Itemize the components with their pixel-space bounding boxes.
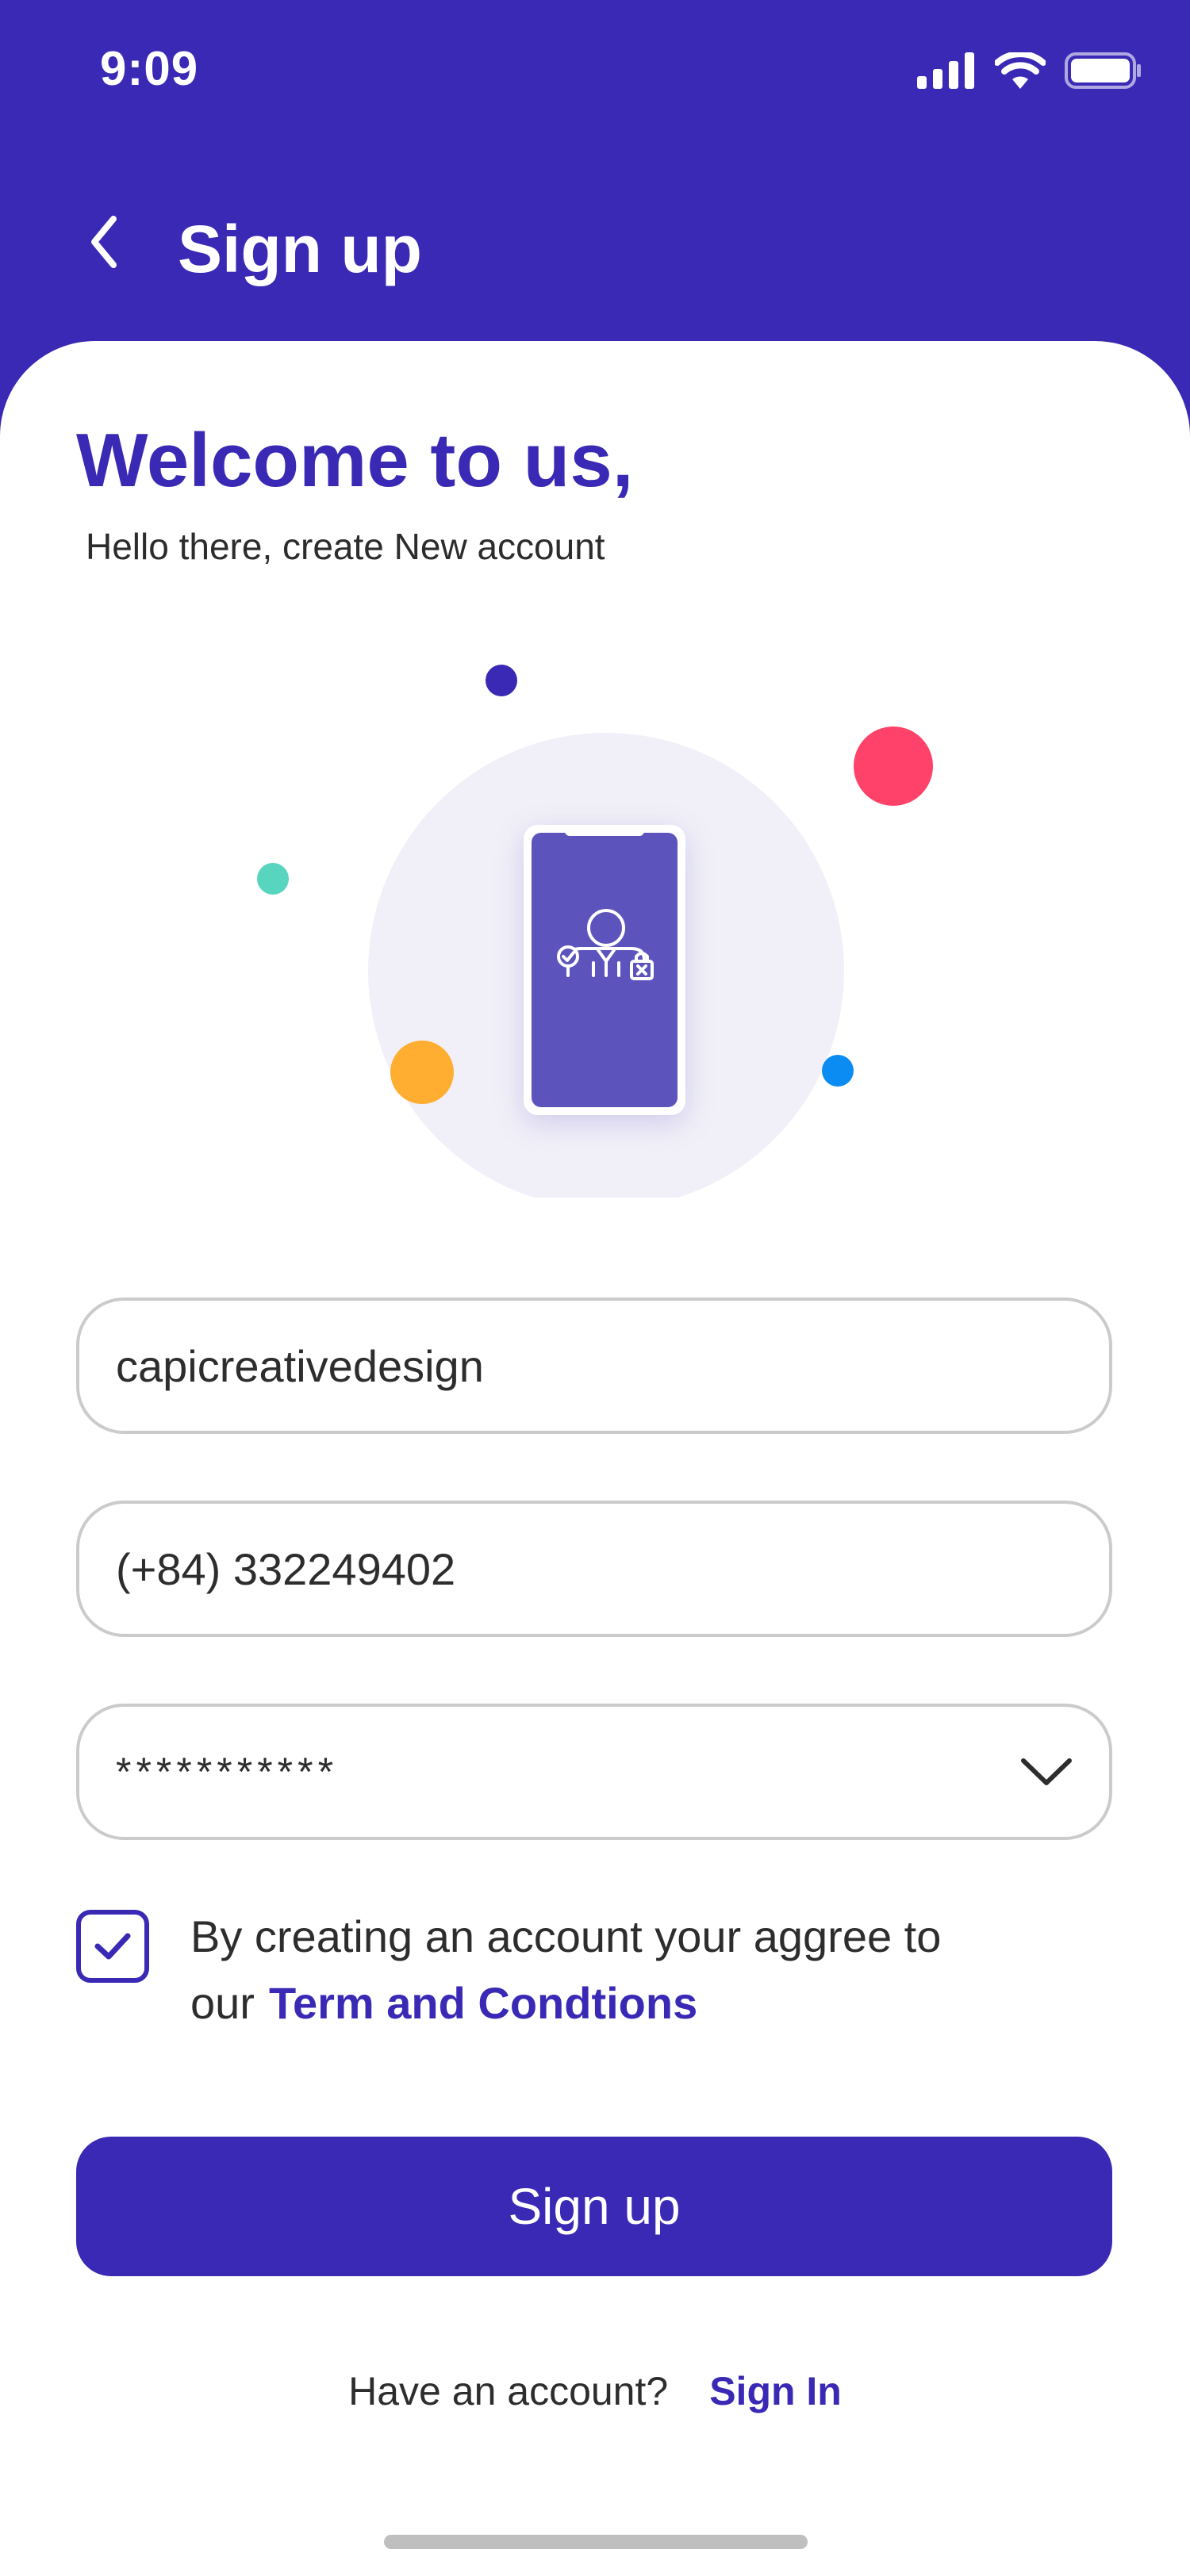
dot-blue [822, 1055, 854, 1087]
terms-checkbox[interactable] [76, 1910, 149, 1983]
dot-red [854, 726, 933, 806]
back-button[interactable] [76, 214, 132, 270]
battery-icon [1065, 52, 1141, 89]
dot-teal [257, 863, 289, 895]
back-arrow-icon [91, 216, 117, 268]
phone-field[interactable]: (+84) 332249402 [76, 1501, 1112, 1637]
dot-orange [390, 1041, 454, 1104]
signup-illustration [257, 665, 933, 1198]
chevron-down-icon[interactable] [1020, 1756, 1073, 1788]
dot-purple [486, 665, 517, 696]
signup-card: Welcome to us, Hello there, create New a… [0, 341, 1190, 2576]
phone-value: (+84) 332249402 [116, 1543, 456, 1594]
wifi-icon [995, 52, 1046, 89]
status-bar: 9:09 [0, 0, 1190, 143]
username-value: capicreativedesign [116, 1340, 484, 1391]
username-field[interactable]: capicreativedesign [76, 1298, 1112, 1434]
signin-prompt: Have an account? Sign In [0, 2368, 1190, 2414]
check-icon [94, 1933, 131, 1960]
signin-link[interactable]: Sign In [709, 2369, 842, 2413]
signal-icon [917, 52, 974, 89]
signin-prompt-text: Have an account? [348, 2369, 669, 2413]
status-icons [917, 52, 1142, 89]
password-value: *********** [116, 1750, 339, 1794]
terms-link[interactable]: Term and Condtions [269, 1978, 697, 2028]
terms-text: By creating an account your aggree to ou… [190, 1903, 1111, 2037]
home-indicator [384, 2535, 808, 2549]
page-title: Sign up [178, 212, 422, 286]
nav-bar: Sign up [0, 190, 1190, 309]
signup-button[interactable]: Sign up [76, 2137, 1112, 2276]
phone-illustration [524, 825, 685, 1115]
welcome-subtitle: Hello there, create New account [86, 526, 605, 567]
status-time: 9:09 [100, 42, 199, 95]
terms-row: By creating an account your aggree to ou… [76, 1903, 1115, 2030]
welcome-heading: Welcome to us, [76, 418, 634, 503]
password-field[interactable]: *********** [76, 1704, 1112, 1840]
